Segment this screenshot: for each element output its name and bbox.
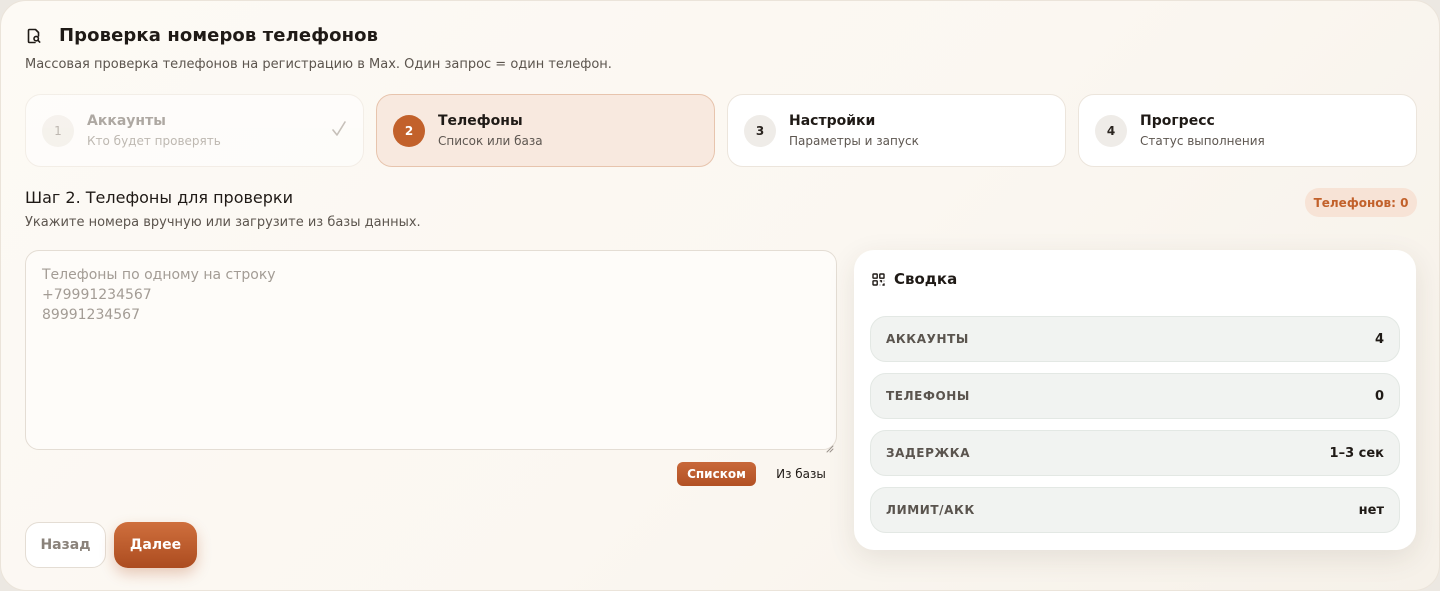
summary-label: ЗАДЕРЖКА <box>886 446 971 460</box>
summary-value: 4 <box>1374 331 1384 347</box>
summary-row-delay: ЗАДЕРЖКА 1–3 сек <box>870 430 1400 476</box>
summary-value: 1–3 сек <box>1329 445 1384 461</box>
step-subtitle: Кто будет проверять <box>87 134 221 148</box>
section-title: Шаг 2. Телефоны для проверки <box>25 188 293 207</box>
step-subtitle: Список или база <box>438 134 543 148</box>
summary-title: Сводка <box>894 270 958 288</box>
step-number: 3 <box>744 114 776 147</box>
summary-card: Сводка АККАУНТЫ 4 ТЕЛЕФОНЫ 0 ЗАДЕРЖКА 1–… <box>854 250 1416 550</box>
document-search-icon <box>25 27 43 45</box>
back-button[interactable]: Назад <box>25 522 106 568</box>
step-subtitle: Статус выполнения <box>1140 134 1265 148</box>
main-panel: Проверка номеров телефонов Массовая пров… <box>0 0 1440 591</box>
grid-icon <box>872 272 885 286</box>
step-phones[interactable]: 2 Телефоны Список или база <box>376 94 715 167</box>
step-number: 2 <box>393 114 425 147</box>
resize-grip-icon[interactable] <box>825 438 834 453</box>
summary-row-limit: ЛИМИТ/АКК нет <box>870 487 1400 533</box>
page-title: Проверка номеров телефонов <box>59 25 379 46</box>
phones-input[interactable] <box>25 250 837 450</box>
step-title: Настройки <box>789 113 876 129</box>
source-database-button[interactable]: Из базы <box>766 462 836 486</box>
summary-header: Сводка <box>872 270 957 288</box>
summary-value: 0 <box>1374 388 1384 404</box>
step-title: Прогресс <box>1140 113 1215 129</box>
page-header: Проверка номеров телефонов Массовая пров… <box>25 25 612 72</box>
summary-value: нет <box>1358 502 1384 518</box>
summary-row-phones: ТЕЛЕФОНЫ 0 <box>870 373 1400 419</box>
step-number: 1 <box>42 114 74 147</box>
step-subtitle: Параметры и запуск <box>789 134 919 148</box>
next-button[interactable]: Далее <box>114 522 197 568</box>
title-row: Проверка номеров телефонов <box>25 25 612 46</box>
step-accounts[interactable]: 1 Аккаунты Кто будет проверять <box>25 94 364 167</box>
step-text: Настройки Параметры и запуск <box>789 113 919 148</box>
summary-row-accounts: АККАУНТЫ 4 <box>870 316 1400 362</box>
step-text: Аккаунты Кто будет проверять <box>87 113 221 148</box>
summary-label: АККАУНТЫ <box>886 332 969 346</box>
step-title: Аккаунты <box>87 113 166 129</box>
step-text: Прогресс Статус выполнения <box>1140 113 1265 148</box>
stepper: 1 Аккаунты Кто будет проверять 2 Телефон… <box>25 94 1417 167</box>
page-subtitle: Массовая проверка телефонов на регистрац… <box>25 57 612 72</box>
summary-label: ТЕЛЕФОНЫ <box>886 389 970 403</box>
step-text: Телефоны Список или база <box>438 113 543 148</box>
source-list-button[interactable]: Списком <box>677 462 756 486</box>
phones-count-badge: Телефонов: 0 <box>1305 188 1417 217</box>
step-title: Телефоны <box>438 113 523 129</box>
checkmark-icon <box>331 119 347 139</box>
step-settings[interactable]: 3 Настройки Параметры и запуск <box>727 94 1066 167</box>
summary-label: ЛИМИТ/АКК <box>886 503 975 517</box>
section-subtitle: Укажите номера вручную или загрузите из … <box>25 215 421 230</box>
step-progress[interactable]: 4 Прогресс Статус выполнения <box>1078 94 1417 167</box>
step-number: 4 <box>1095 114 1127 147</box>
